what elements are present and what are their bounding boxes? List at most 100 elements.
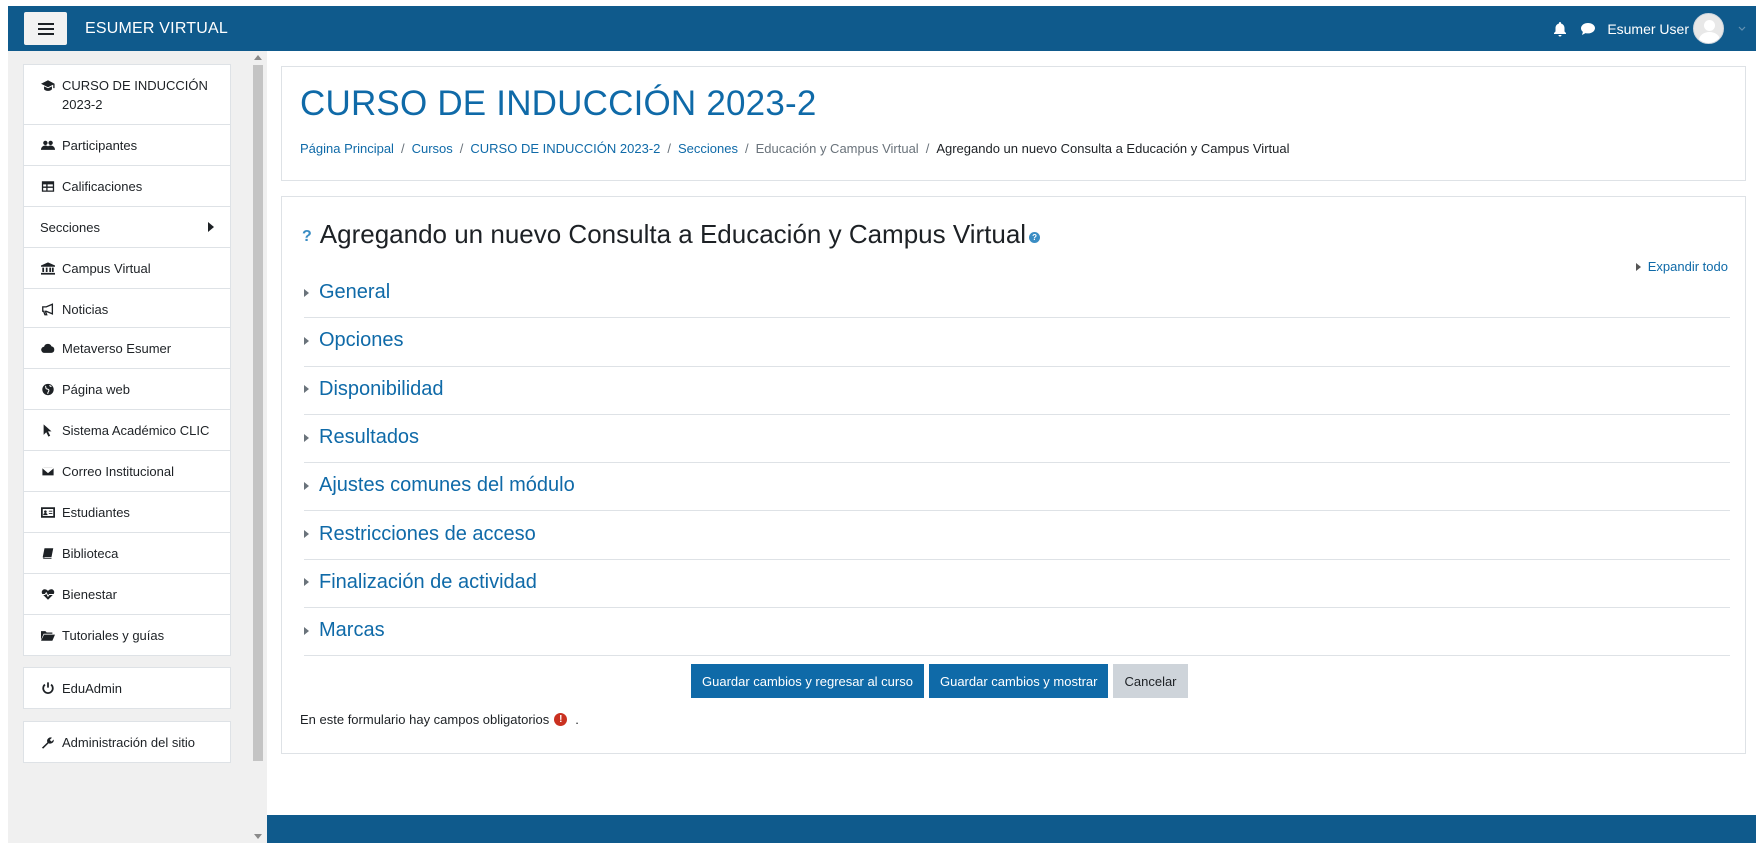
breadcrumb-courses[interactable]: Cursos	[412, 141, 453, 156]
caret-right-icon	[304, 288, 309, 297]
required-note-text: En este formulario hay campos obligatori…	[300, 712, 550, 727]
section-label[interactable]: Finalización de actividad	[319, 571, 537, 594]
table-icon	[40, 179, 56, 193]
section-label[interactable]: Ajustes comunes del módulo	[319, 474, 575, 497]
site-admin-nav-group: Administración del sitio	[23, 721, 231, 763]
section-common-settings[interactable]: Ajustes comunes del módulo	[304, 463, 1730, 512]
page-footer	[267, 815, 1756, 843]
section-availability[interactable]: Disponibilidad	[304, 367, 1730, 415]
cancel-button[interactable]: Cancelar	[1113, 664, 1188, 698]
nav-item-sections[interactable]: Secciones	[24, 206, 230, 247]
folder-open-icon	[40, 628, 56, 642]
nav-item-label: Sistema Académico CLIC	[62, 423, 210, 438]
nav-item-label: Tutoriales y guías	[62, 628, 165, 643]
nav-item-label: Bienestar	[62, 587, 117, 602]
nav-item-tutorials[interactable]: Tutoriales y guías	[24, 614, 230, 655]
section-tags[interactable]: Marcas	[304, 608, 1730, 657]
section-access-restrictions[interactable]: Restricciones de acceso	[304, 511, 1730, 560]
site-brand[interactable]: ESUMER VIRTUAL	[85, 20, 228, 38]
heartbeat-icon	[40, 587, 56, 601]
nav-item-institutional-mail[interactable]: Correo Institucional	[24, 450, 230, 491]
save-return-button[interactable]: Guardar cambios y regresar al curso	[691, 664, 924, 698]
caret-right-icon	[304, 385, 309, 394]
section-results[interactable]: Resultados	[304, 415, 1730, 464]
form-heading: ? Agregando un nuevo Consulta a Educació…	[302, 219, 1041, 250]
user-avatar[interactable]	[1693, 13, 1724, 44]
caret-right-icon	[304, 530, 309, 539]
section-label[interactable]: Marcas	[319, 619, 385, 642]
nav-item-label: EduAdmin	[62, 681, 122, 696]
nav-item-label: Participantes	[62, 138, 138, 153]
section-options[interactable]: Opciones	[304, 318, 1730, 367]
required-note-suffix: .	[575, 712, 579, 727]
caret-right-icon	[304, 626, 309, 635]
cloud-icon	[40, 341, 56, 355]
page-title: CURSO DE INDUCCIÓN 2023-2	[300, 84, 817, 123]
nav-item-label: Administración del sitio	[62, 735, 195, 750]
users-icon	[40, 138, 56, 152]
menu-toggle-button[interactable]	[24, 12, 67, 45]
nav-item-participants[interactable]: Participantes	[24, 124, 230, 165]
bell-icon[interactable]	[1549, 18, 1571, 40]
links-nav-group: Metaverso Esumer Página web Sistema Acad…	[23, 327, 231, 656]
breadcrumb-sections[interactable]: Secciones	[678, 141, 738, 156]
nav-item-eduadmin[interactable]: EduAdmin	[24, 668, 230, 708]
caret-right-icon	[304, 433, 309, 442]
envelope-icon	[40, 464, 56, 478]
breadcrumb-current: Agregando un nuevo Consulta a Educación …	[936, 141, 1290, 156]
nav-item-grades[interactable]: Calificaciones	[24, 165, 230, 206]
caret-right-icon	[304, 578, 309, 587]
nav-item-campus-virtual[interactable]: Campus Virtual	[24, 247, 230, 288]
section-label[interactable]: Resultados	[319, 426, 419, 449]
chevron-down-icon[interactable]	[1738, 25, 1746, 33]
breadcrumb-home[interactable]: Página Principal	[300, 141, 394, 156]
chevron-right-icon	[208, 222, 214, 232]
save-display-button[interactable]: Guardar cambios y mostrar	[928, 664, 1109, 698]
required-exclamation-icon: !	[554, 713, 568, 726]
breadcrumb-section[interactable]: Educación y Campus Virtual	[756, 141, 919, 156]
breadcrumb-separator: /	[400, 141, 405, 156]
user-name[interactable]: Esumer User	[1607, 21, 1689, 37]
breadcrumb-course[interactable]: CURSO DE INDUCCIÓN 2023-2	[470, 141, 660, 156]
nav-item-label: Biblioteca	[62, 546, 119, 561]
nav-item-wellbeing[interactable]: Bienestar	[24, 573, 230, 614]
nav-item-label: Página web	[62, 382, 130, 397]
section-label[interactable]: Opciones	[319, 329, 404, 352]
scroll-down-arrow-icon[interactable]	[254, 834, 262, 839]
page-header: CURSO DE INDUCCIÓN 2023-2 Página Princip…	[281, 66, 1746, 181]
scroll-up-arrow-icon[interactable]	[254, 55, 262, 60]
globe-icon	[40, 382, 56, 396]
nav-item-label: CURSO DE INDUCCIÓN 2023-2	[62, 78, 208, 112]
section-general[interactable]: General	[304, 270, 1730, 319]
top-navbar: ESUMER VIRTUAL Esumer User	[8, 6, 1756, 51]
nav-item-news[interactable]: Noticias	[24, 288, 230, 329]
nav-item-label: Metaverso Esumer	[62, 341, 172, 356]
scrollbar-thumb[interactable]	[253, 65, 263, 761]
required-fields-note: En este formulario hay campos obligatori…	[300, 712, 579, 727]
section-activity-completion[interactable]: Finalización de actividad	[304, 560, 1730, 609]
section-label[interactable]: Disponibilidad	[319, 378, 444, 401]
bank-icon	[40, 261, 56, 275]
course-nav-group: CURSO DE INDUCCIÓN 2023-2 Participantes …	[23, 64, 231, 330]
graduation-cap-icon	[40, 78, 56, 92]
nav-item-library[interactable]: Biblioteca	[24, 532, 230, 573]
nav-item-metaverse[interactable]: Metaverso Esumer	[24, 328, 230, 368]
form-title: Agregando un nuevo Consulta a Educación …	[319, 219, 1027, 249]
help-icon[interactable]: ?	[1029, 232, 1041, 243]
drawer-scrollbar[interactable]	[245, 51, 265, 843]
book-icon	[40, 546, 56, 560]
nav-item-label: Calificaciones	[62, 179, 143, 194]
nav-item-course[interactable]: CURSO DE INDUCCIÓN 2023-2	[24, 65, 230, 124]
admin-nav-group: EduAdmin	[23, 667, 231, 709]
form-sections: General Opciones Disponibilidad Resultad…	[304, 270, 1730, 657]
section-label[interactable]: General	[319, 281, 390, 304]
breadcrumb-separator: /	[667, 141, 672, 156]
power-icon	[40, 681, 56, 695]
nav-item-students[interactable]: Estudiantes	[24, 491, 230, 532]
chat-icon[interactable]	[1577, 18, 1599, 40]
section-label[interactable]: Restricciones de acceso	[319, 523, 536, 546]
nav-item-label: Estudiantes	[62, 505, 130, 520]
nav-item-site-admin[interactable]: Administración del sitio	[24, 722, 230, 762]
nav-item-website[interactable]: Página web	[24, 368, 230, 409]
nav-item-academic-system[interactable]: Sistema Académico CLIC	[24, 409, 230, 450]
